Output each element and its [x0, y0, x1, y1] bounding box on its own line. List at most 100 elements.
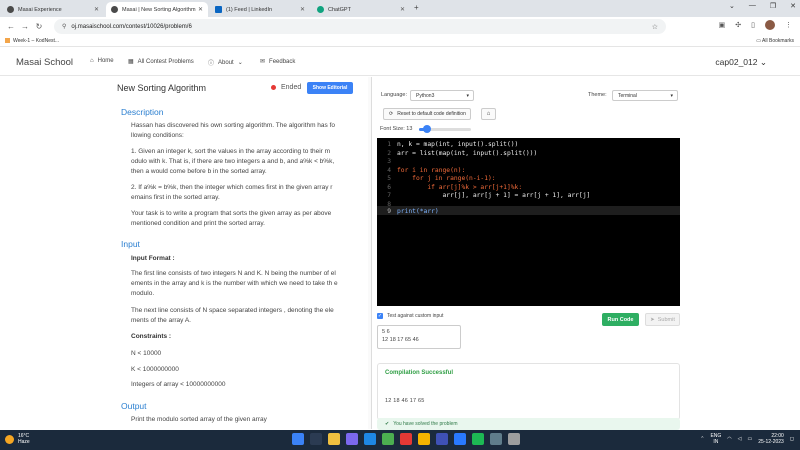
- kodnest-icon: [5, 38, 10, 44]
- line-number: 9: [387, 207, 391, 215]
- browser-tab-active[interactable]: Masai | New Sorting Algorithm ✕: [106, 2, 208, 17]
- close-icon[interactable]: ✕: [198, 6, 203, 13]
- nav-home[interactable]: ⌂ Home: [90, 58, 114, 64]
- line-number: 7: [387, 192, 391, 199]
- spotify-icon[interactable]: [472, 433, 484, 445]
- chevron-down-icon: ▾: [670, 92, 673, 99]
- wifi-icon[interactable]: ◠: [727, 436, 731, 442]
- chevron-down-icon: ▾: [466, 92, 469, 99]
- weather-icon: [5, 434, 14, 444]
- search-icon[interactable]: [310, 433, 322, 445]
- site-logo[interactable]: Masai School: [16, 57, 73, 68]
- code-text: if arr[j]%k > arr[j+1]%k:: [397, 183, 523, 191]
- reset-code-button[interactable]: ⟳ Reset to default code definition: [383, 108, 471, 120]
- submit-button[interactable]: ➤ Submit: [645, 313, 680, 326]
- close-icon[interactable]: ✕: [94, 6, 99, 13]
- code-editor[interactable]: 1 n, k = map(int, input().split()) 2 arr…: [377, 138, 680, 306]
- language-indicator[interactable]: ENG IN: [710, 433, 721, 445]
- clock[interactable]: 22:00 25-12-2023: [758, 433, 784, 445]
- description-paragraph: Hassan has discovered his own sorting al…: [131, 122, 336, 139]
- office-icon[interactable]: [400, 433, 412, 445]
- custom-input-label: Test against custom input: [387, 313, 444, 319]
- tab-label: (1) Feed | LinkedIn: [226, 6, 273, 13]
- bookmark-star-icon[interactable]: ☆: [652, 23, 658, 31]
- all-bookmarks[interactable]: ▭ All Bookmarks: [756, 38, 794, 44]
- submit-label: Submit: [657, 316, 675, 323]
- close-icon[interactable]: ✕: [400, 6, 405, 13]
- profile-avatar[interactable]: [765, 20, 775, 30]
- run-code-button[interactable]: Run Code: [602, 313, 639, 326]
- extensions-area: ▣ ✣ ▯ ⋮: [719, 20, 792, 30]
- language-select[interactable]: Python3 ▾: [410, 90, 474, 101]
- back-icon[interactable]: ←: [4, 22, 18, 31]
- maximize-icon[interactable]: ❐: [770, 2, 776, 10]
- input-format-paragraph: The next line consists of N space separa…: [131, 307, 334, 324]
- forward-icon[interactable]: →: [18, 22, 32, 31]
- tab-label: ChatGPT: [328, 6, 351, 13]
- all-bookmarks-label: All Bookmarks: [762, 38, 794, 44]
- custom-input-checkbox[interactable]: ✓: [377, 313, 383, 319]
- tab-search-icon[interactable]: ⌄: [729, 2, 735, 10]
- battery-icon[interactable]: ▭: [748, 436, 753, 442]
- extensions-puzzle-icon[interactable]: ✣: [735, 21, 741, 29]
- app-icon[interactable]: [436, 433, 448, 445]
- extension-icon[interactable]: ▣: [719, 21, 726, 29]
- reset-icon: ⟳: [389, 111, 394, 117]
- start-icon[interactable]: [292, 433, 304, 445]
- user-menu[interactable]: cap02_012 ⌄: [715, 57, 767, 68]
- feedback-icon: ✉: [260, 59, 266, 65]
- code-line: for i in range(n):: [397, 167, 465, 174]
- vscode-icon[interactable]: [454, 433, 466, 445]
- close-window-icon[interactable]: ✕: [790, 2, 796, 10]
- output-paragraph: Print the modulo sorted array of the giv…: [131, 416, 267, 423]
- input-format-label: Input Format :: [131, 255, 175, 262]
- theme-select[interactable]: Terminal ▾: [612, 90, 678, 101]
- chevron-down-icon: ⌄: [237, 60, 243, 66]
- site-info-icon[interactable]: ⚲: [62, 23, 66, 30]
- close-icon[interactable]: ✕: [300, 6, 305, 13]
- new-tab-icon[interactable]: +: [414, 3, 419, 12]
- nav-contests[interactable]: ▦ All Contest Problems: [128, 58, 194, 66]
- nav-about[interactable]: ⓘ About ⌄: [208, 58, 243, 68]
- chrome-icon[interactable]: [418, 433, 430, 445]
- url-text: oj.masaischool.com/contest/10026/problem…: [71, 23, 192, 30]
- show-editorial-button[interactable]: Show Editorial: [307, 82, 353, 94]
- store-icon[interactable]: [382, 433, 394, 445]
- file-explorer-icon[interactable]: [328, 433, 340, 445]
- compilation-result: Compilation Successful 12 18 46 17 65: [377, 363, 680, 420]
- output-heading: Output: [121, 401, 147, 411]
- app-icon[interactable]: [508, 433, 520, 445]
- bookmark-item[interactable]: Week-1 – KodNest...: [5, 38, 59, 44]
- home-code-button[interactable]: ⌂: [481, 108, 496, 120]
- masai-icon: [111, 6, 118, 13]
- app-icon[interactable]: [490, 433, 502, 445]
- font-size-slider[interactable]: [419, 125, 471, 133]
- pane-divider[interactable]: [371, 77, 372, 429]
- send-icon: ➤: [650, 316, 655, 323]
- line-number: 1: [387, 141, 391, 148]
- chevron-up-icon[interactable]: ⌃: [700, 436, 704, 442]
- sidebar-icon[interactable]: ▯: [751, 21, 755, 29]
- teams-icon[interactable]: [346, 433, 358, 445]
- menu-icon[interactable]: ⋮: [785, 21, 792, 29]
- grid-icon: ▦: [128, 59, 134, 65]
- reload-icon[interactable]: ↻: [32, 22, 46, 31]
- volume-icon[interactable]: ◁: [738, 436, 742, 442]
- weather-widget[interactable]: 16°C Haze: [5, 433, 30, 445]
- browser-tab[interactable]: (1) Feed | LinkedIn ✕: [210, 2, 310, 17]
- minimize-icon[interactable]: —: [749, 2, 756, 10]
- browser-tab[interactable]: ChatGPT ✕: [312, 2, 410, 17]
- theme-label: Theme:: [588, 92, 607, 98]
- notification-icon[interactable]: ◻: [790, 436, 794, 442]
- browser-tab[interactable]: Masai Experience ✕: [2, 2, 104, 17]
- weather-condition: Haze: [18, 439, 30, 445]
- region-code: IN: [713, 439, 719, 445]
- address-bar[interactable]: ⚲ oj.masaischool.com/contest/10026/probl…: [54, 19, 666, 34]
- edge-icon[interactable]: [364, 433, 376, 445]
- slider-knob[interactable]: [422, 125, 431, 133]
- bookmark-label: Week-1 – KodNest...: [13, 38, 60, 44]
- custom-input-textarea[interactable]: 5 6 12 18 17 65 46: [377, 325, 461, 349]
- check-circle-icon: ✔: [385, 421, 390, 427]
- nav-feedback[interactable]: ✉ Feedback: [260, 58, 295, 66]
- line-number: 4: [387, 166, 391, 174]
